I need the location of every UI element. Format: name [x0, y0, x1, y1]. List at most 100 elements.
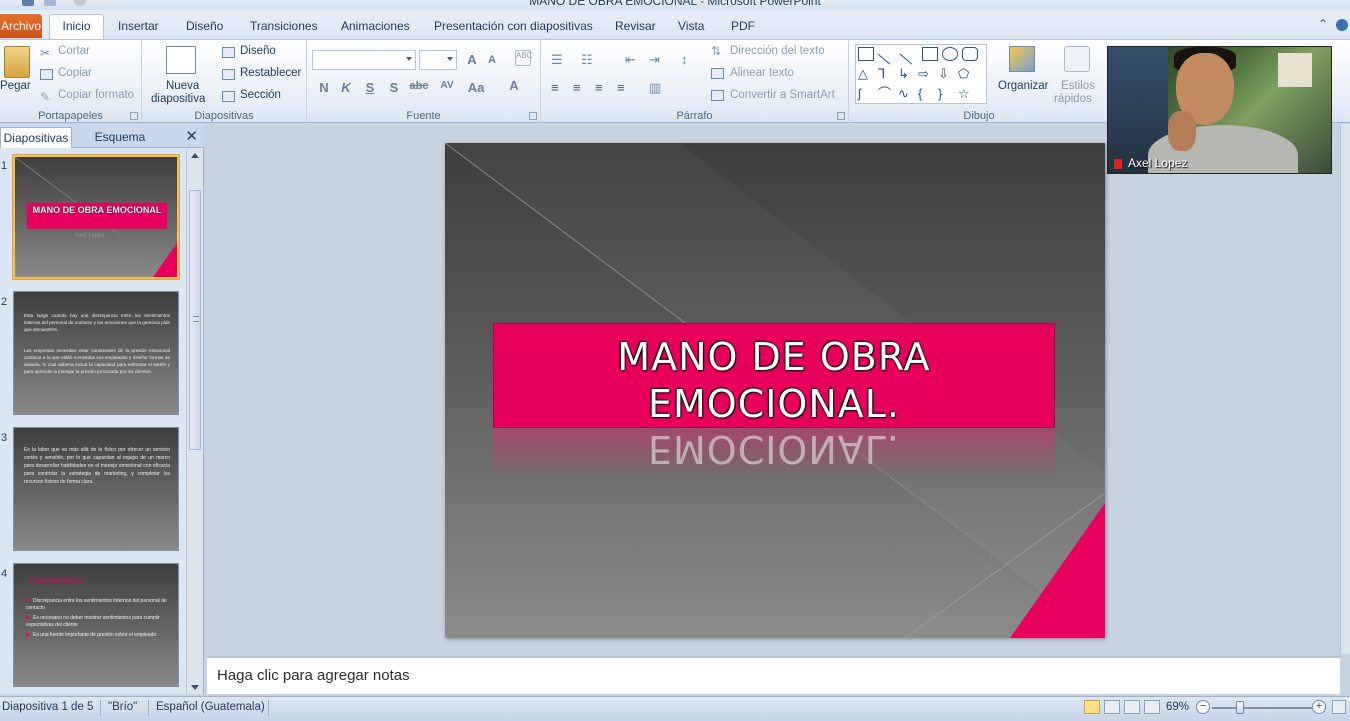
shrink-font-button[interactable]: A: [483, 54, 501, 66]
tab-revisar[interactable]: Revisar: [611, 15, 660, 37]
triangle-shape-icon[interactable]: △: [858, 67, 874, 81]
underline-button[interactable]: S: [361, 80, 379, 95]
new-slide-label-1[interactable]: Nueva: [166, 80, 199, 92]
align-text-button[interactable]: Alinear texto: [730, 67, 794, 79]
slides-pane-scrollbar[interactable]: [186, 150, 202, 694]
zoom-slider-track[interactable]: [1212, 707, 1312, 709]
language[interactable]: Español (Guatemala): [156, 701, 265, 713]
clear-format-icon[interactable]: ABC: [515, 50, 532, 66]
shapes-gallery[interactable]: △ ⅂ ↳ ⇨ ⇩ ⬠ ʃ ⌒ ∿ { } ☆: [855, 43, 987, 104]
tab-animaciones[interactable]: Animaciones: [337, 15, 414, 37]
notes-pane[interactable]: Haga clic para agregar notas: [207, 656, 1340, 694]
tab-presentacion[interactable]: Presentación con diapositivas: [430, 15, 597, 37]
tab-pdf[interactable]: PDF: [727, 15, 759, 37]
tab-archivo[interactable]: Archivo: [0, 14, 42, 38]
rounded-rect-shape-icon[interactable]: [962, 47, 978, 61]
current-slide[interactable]: MANO DE OBRA EMOCIONAL. EMOCIONAL.: [445, 143, 1105, 638]
scrollbar-thumb[interactable]: [189, 190, 201, 450]
textbox-shape-icon[interactable]: [858, 47, 874, 61]
format-painter-button[interactable]: Copiar formato: [58, 89, 134, 101]
rectangle-shape-icon[interactable]: [922, 47, 938, 61]
italic-button[interactable]: K: [337, 80, 355, 95]
increase-indent-icon[interactable]: ⇥: [649, 52, 660, 68]
tab-diapositivas[interactable]: Diapositivas: [0, 127, 72, 148]
quick-styles-label-2[interactable]: rápidos: [1054, 93, 1092, 105]
connector-shape-icon[interactable]: ⅂: [878, 67, 894, 81]
align-left-icon[interactable]: ≡: [551, 80, 559, 95]
strikethrough-button[interactable]: abc: [407, 80, 431, 92]
paste-button[interactable]: Pegar: [0, 80, 31, 92]
brace-left-shape-icon[interactable]: {: [918, 87, 934, 101]
right-arrow-shape-icon[interactable]: ⇨: [918, 67, 934, 81]
slide-title-box[interactable]: MANO DE OBRA EMOCIONAL.: [493, 323, 1055, 428]
tab-vista[interactable]: Vista: [674, 15, 708, 37]
notes-placeholder[interactable]: Haga clic para agregar notas: [217, 667, 410, 684]
justify-icon[interactable]: ≡: [617, 80, 625, 95]
layout-button[interactable]: Diseño: [240, 45, 276, 57]
tab-inicio[interactable]: Inicio: [49, 14, 104, 40]
tab-esquema[interactable]: Esquema: [80, 127, 160, 148]
decrease-indent-icon[interactable]: ⇤: [625, 52, 636, 68]
help-icon[interactable]: [1336, 19, 1348, 31]
bold-button[interactable]: N: [315, 80, 333, 95]
slide-thumbnail-3[interactable]: Es la labor que va más allá de lo físico…: [13, 427, 179, 551]
line-shape-icon[interactable]: [877, 43, 899, 65]
font-color-button[interactable]: A: [505, 78, 523, 93]
cut-button[interactable]: Cortar: [58, 45, 90, 57]
slide-thumbnail-4[interactable]: Características Discrepancia entre los s…: [13, 563, 179, 687]
char-spacing-button[interactable]: AV: [435, 80, 459, 91]
theme-name[interactable]: "Brío": [108, 701, 137, 713]
zoom-slider-thumb[interactable]: [1236, 701, 1244, 714]
shadow-button[interactable]: S: [385, 80, 403, 95]
zoom-in-icon[interactable]: +: [1312, 700, 1326, 714]
wave-shape-icon[interactable]: ∿: [898, 87, 914, 101]
line-spacing-icon[interactable]: ↕: [681, 52, 688, 67]
arrow-shape-icon[interactable]: [899, 43, 921, 65]
paste-icon[interactable]: [4, 46, 30, 78]
zoom-out-icon[interactable]: −: [1196, 700, 1210, 714]
quick-styles-icon[interactable]: [1064, 46, 1090, 72]
tab-diseno[interactable]: Diseño: [182, 15, 227, 37]
text-direction-button[interactable]: Dirección del texto: [730, 45, 825, 57]
smartart-button[interactable]: Convertir a SmartArt: [730, 89, 835, 101]
star-shape-icon[interactable]: ☆: [958, 87, 974, 101]
minimize-ribbon-icon[interactable]: ⌃: [1318, 17, 1328, 31]
numbering-icon[interactable]: ☷: [581, 52, 593, 68]
elbow-shape-icon[interactable]: ↳: [898, 67, 914, 81]
section-button[interactable]: Sección: [240, 89, 281, 101]
align-right-icon[interactable]: ≡: [595, 80, 603, 95]
font-name-combo[interactable]: [312, 50, 416, 70]
slide-thumbnail-1[interactable]: MANO DE OBRA EMOCIONAL Axel Lopez: [13, 155, 179, 279]
slide-thumbnail-2[interactable]: Esta surge cuando hay una discrepancia e…: [13, 291, 179, 415]
fit-slide-icon[interactable]: [1332, 700, 1346, 714]
normal-view-icon[interactable]: [1084, 700, 1100, 714]
zoom-level[interactable]: 69%: [1166, 701, 1189, 713]
dialog-launcher-icon[interactable]: [130, 112, 138, 120]
tab-insertar[interactable]: Insertar: [114, 15, 163, 37]
arrange-button[interactable]: Organizar: [998, 80, 1049, 92]
new-slide-label-2[interactable]: diapositiva: [151, 93, 205, 105]
curve-shape-icon[interactable]: ʃ: [858, 87, 874, 101]
slide-sorter-icon[interactable]: [1104, 700, 1120, 714]
align-center-icon[interactable]: ≡: [573, 80, 581, 95]
arrange-icon[interactable]: [1009, 46, 1035, 72]
scroll-up-icon[interactable]: [191, 153, 199, 158]
down-arrow-shape-icon[interactable]: ⇩: [938, 67, 954, 81]
new-slide-icon[interactable]: [166, 46, 196, 74]
font-size-combo[interactable]: [419, 50, 457, 70]
quick-styles-label-1[interactable]: Estilos: [1061, 80, 1095, 92]
grow-font-button[interactable]: A: [463, 52, 481, 67]
change-case-button[interactable]: Aa: [465, 80, 487, 95]
dialog-launcher-icon[interactable]: [837, 112, 845, 120]
copy-button[interactable]: Copiar: [58, 67, 92, 79]
bullets-icon[interactable]: ☰: [551, 52, 563, 68]
reading-view-icon[interactable]: [1124, 700, 1140, 714]
scroll-down-icon[interactable]: [191, 685, 199, 690]
brace-right-shape-icon[interactable]: }: [938, 87, 954, 101]
pentagon-shape-icon[interactable]: ⬠: [958, 67, 974, 81]
slideshow-view-icon[interactable]: [1144, 700, 1160, 714]
tab-transiciones[interactable]: Transiciones: [246, 15, 322, 37]
oval-shape-icon[interactable]: [942, 47, 958, 61]
arc-shape-icon[interactable]: ⌒: [878, 87, 894, 101]
close-icon[interactable]: ✕: [185, 127, 198, 145]
